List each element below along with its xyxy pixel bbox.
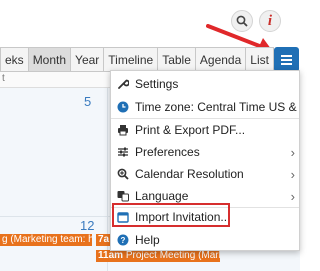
view-tab-timeline[interactable]: Timeline	[104, 47, 159, 72]
menu-item-time-zone[interactable]: Time zone: Central Time US & Ca	[111, 96, 300, 118]
menu-item-calendar-resolution[interactable]: Calendar Resolution ›	[111, 163, 299, 185]
menu-item-print-export[interactable]: Print & Export PDF...	[111, 119, 299, 141]
menu-item-settings[interactable]: Settings	[111, 73, 299, 95]
view-tab-weeks[interactable]: eks	[0, 47, 29, 72]
sliders-icon	[117, 146, 129, 158]
printer-icon	[117, 124, 129, 136]
magnify-icon	[117, 168, 129, 180]
calendar-event[interactable]: 7a	[96, 234, 110, 246]
view-toolbar: eks Month Year Timeline Table Agenda Lis…	[0, 47, 274, 72]
event-title: g (Marketing team: htt	[2, 234, 92, 245]
view-tab-agenda[interactable]: Agenda	[195, 47, 247, 72]
day-of-week-label: t	[2, 73, 5, 84]
view-tab-month[interactable]: Month	[28, 47, 72, 72]
view-tab-table[interactable]: Table	[158, 47, 196, 72]
menu-item-label: Calendar Resolution	[135, 167, 244, 181]
event-time: 11am	[98, 250, 124, 261]
import-invitation-highlight	[112, 203, 230, 227]
menu-item-help[interactable]: ? Help	[111, 229, 299, 250]
hamburger-icon-bar	[281, 62, 292, 65]
menu-item-label: Help	[135, 233, 160, 247]
menu-item-label: Settings	[135, 77, 179, 91]
help-icon: ?	[117, 234, 129, 246]
view-tab-year[interactable]: Year	[71, 47, 105, 72]
hamburger-icon-bar	[281, 54, 292, 57]
clock-icon	[117, 101, 129, 113]
menu-item-label: Time zone: Central Time US & Ca	[135, 100, 300, 114]
svg-text:?: ?	[121, 236, 126, 245]
menu-item-label: Print & Export PDF...	[135, 123, 246, 137]
menu-button[interactable]	[274, 47, 299, 72]
language-icon	[117, 190, 129, 202]
chevron-right-icon: ›	[290, 167, 295, 182]
chevron-right-icon: ›	[290, 145, 295, 160]
hamburger-icon-bar	[281, 58, 292, 61]
event-title: Project Meeting (Marketing team: htt	[125, 250, 220, 261]
view-tab-list[interactable]: List	[246, 47, 274, 72]
calendar-event[interactable]: g (Marketing team: htt	[0, 234, 92, 246]
wrench-icon	[117, 78, 129, 90]
menu-item-label: Language	[135, 189, 189, 203]
menu-item-label: Preferences	[135, 145, 200, 159]
event-time: 7a	[98, 234, 110, 245]
menu-item-preferences[interactable]: Preferences ›	[111, 141, 299, 163]
day-number[interactable]: 12	[80, 218, 94, 233]
calendar-event[interactable]: 11am Project Meeting (Marketing team: ht…	[96, 250, 220, 262]
chevron-right-icon: ›	[290, 189, 295, 204]
day-number[interactable]: 5	[84, 94, 91, 109]
